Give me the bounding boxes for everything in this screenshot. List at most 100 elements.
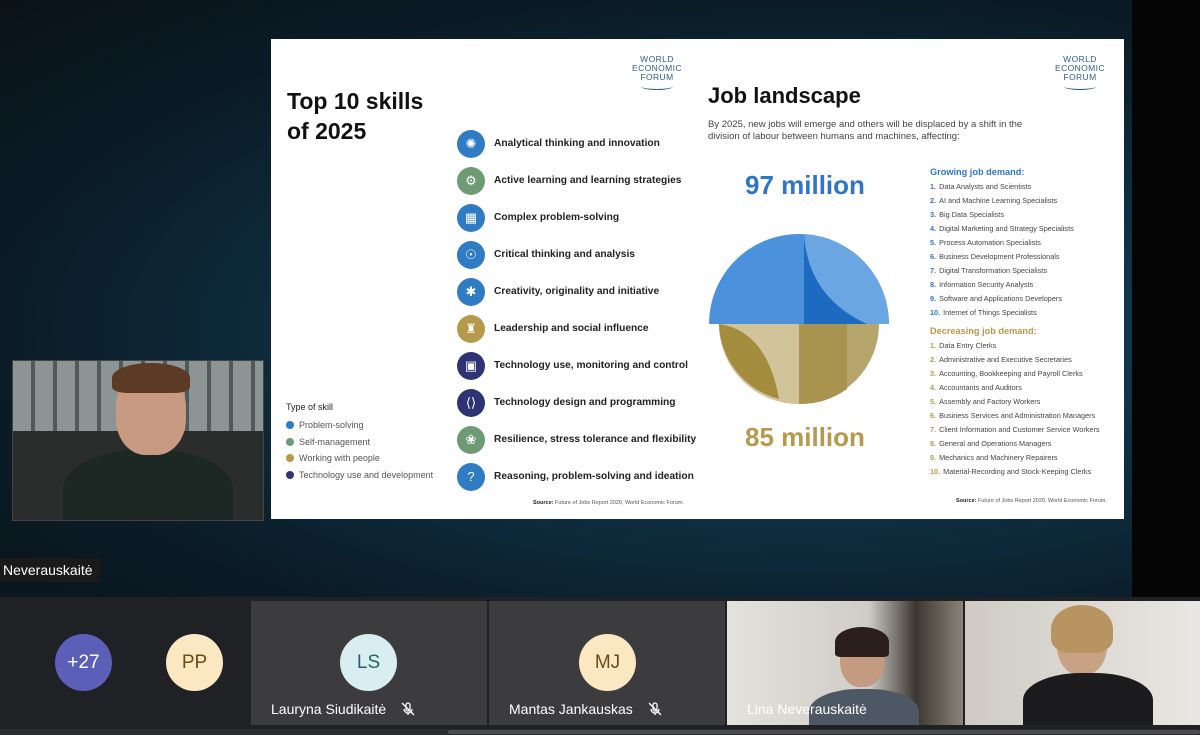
growing-list-item: 5. Process Automation Specialists [930,236,1120,250]
decreasing-half [719,324,879,405]
skill-item: ❀ Resilience, stress tolerance and flexib… [457,421,697,458]
decreasing-list-item: 7. Client Information and Customer Servic… [930,423,1120,437]
job-demand-lists: Growing job demand: 1. Data Analysts and … [930,167,1120,479]
decreasing-list-item: 3. Accounting, Bookkeeping and Payroll Cl… [930,367,1120,381]
cogs-icon: ⚙ [457,166,485,195]
list-item-number: 9. [930,294,937,303]
decreasing-list-item: 6. Business Services and Administration M… [930,409,1120,423]
legend-dot-icon [286,421,294,430]
growing-list: 1. Data Analysts and Scientists 2. AI and M… [930,180,1120,320]
legend-item: Technology use and development [286,467,433,484]
list-item-number: 8. [930,280,937,289]
list-item-text: Data Entry Clerks [939,341,997,350]
skill-label: Resilience, stress tolerance and flexibi… [494,434,697,445]
list-item-text: Mechanics and Machinery Repairers [939,453,1058,462]
job-shift-circle-graphic [709,234,890,405]
skills-list: ✺ Analytical thinking and innovation ⚙ Acti… [457,125,697,495]
growing-list-item: 10. Internet of Things Specialists [930,306,1120,320]
strip-scrollbar[interactable] [0,729,1200,735]
legend-item: Self-management [286,434,433,451]
right-edge-bar [1132,0,1200,597]
tile-mantas-name-row: Mantas Jankauskas [509,701,663,717]
wef-logo-arc-icon [1063,83,1096,90]
head-icon: ☉ [457,240,485,269]
tile-video-5[interactable] [965,601,1200,725]
chip-icon: ▣ [457,351,485,380]
avatar-ls: LS [340,634,397,691]
skill-item: ✱ Creativity, originality and initiative [457,273,697,310]
list-item-number: 2. [930,196,937,205]
source-left-text: Future of Jobs Report 2020, World Econom… [555,500,684,506]
list-item-number: 9. [930,453,937,462]
list-item-number: 3. [930,210,937,219]
list-item-text: AI and Machine Learning Specialists [939,196,1058,205]
list-item-number: 4. [930,383,937,392]
decreasing-list-item: 10. Material-Recording and Stock-Keeping … [930,465,1120,479]
presenter-name-label: Neverauskaitė [0,558,100,582]
list-item-number: 10. [930,467,941,476]
lina-hair [835,627,889,657]
growing-list-title: Growing job demand: [930,167,1025,177]
decreasing-list-title: Decreasing job demand: [930,326,1037,336]
list-item-number: 5. [930,238,937,247]
skill-label: Active learning and learning strategies [494,175,682,186]
growing-half [709,234,890,324]
tile-lauryna-name-row: Lauryna Siudikaitė [271,701,416,717]
list-item-text: Software and Applications Developers [939,294,1062,303]
list-item-number: 1. [930,341,937,350]
skill-label: Leadership and social influence [494,323,649,334]
tile-mantas[interactable]: MJ Mantas Jankauskas [489,601,725,725]
skills-title: Top 10 skills of 2025 [287,88,424,144]
tile-lauryna[interactable]: LS Lauryna Siudikaitė [251,601,487,725]
avatar-pp[interactable]: PP [166,634,223,691]
idea-icon: ✱ [457,277,485,306]
wef-logo-left: WORLD ECONOMIC FORUM [632,55,682,90]
decreasing-strip-shape [799,324,847,405]
list-item-number: 6. [930,252,937,261]
legend-label: Technology use and development [299,469,434,480]
decreasing-list-item: 1. Data Entry Clerks [930,339,1120,353]
legend-label: Self-management [299,436,371,447]
question-icon: ? [457,462,485,491]
list-item-number: 8. [930,439,937,448]
wef-logo-text: WORLD ECONOMIC FORUM [1055,54,1105,82]
leader-icon: ♜ [457,314,485,343]
strip-scrollbar-thumb[interactable] [448,730,1200,734]
avatar-mj: MJ [579,634,636,691]
wef-logo-right: WORLD ECONOMIC FORUM [1055,55,1105,90]
list-item-text: Material-Recording and Stock-Keeping Cle… [943,467,1092,476]
tile-lina-video[interactable]: Lina Neverauskaitė [727,601,963,725]
list-item-number: 7. [930,266,937,275]
list-item-number: 3. [930,369,937,378]
job-landscape-intro: By 2025, new jobs will emerge and others… [708,119,1023,142]
list-item-text: Business Services and Administration Man… [939,411,1096,420]
list-item-text: Administrative and Executive Secretaries [939,355,1072,364]
legend-label: Problem-solving [299,420,364,431]
shared-screen-stage: WORLD ECONOMIC FORUM Top 10 skills of 20… [0,0,1132,597]
skill-label: Analytical thinking and innovation [494,138,660,149]
growing-list-item: 9. Software and Applications Developers [930,292,1120,306]
legend-dot-icon [286,470,294,479]
skill-item: ⟨⟩ Technology design and programming [457,384,697,421]
brain-icon: ✺ [457,129,485,158]
list-item-text: Information Security Analysts [939,280,1034,289]
list-item-number: 6. [930,411,937,420]
puzzle-icon: ▦ [457,203,485,232]
tile-avatars-group[interactable]: +27 PP [0,601,249,725]
skill-item: ▣ Technology use, monitoring and control [457,347,697,384]
skill-type-legend: Type of skill Problem-solving Self-manage… [286,402,433,483]
list-item-text: General and Operations Managers [939,439,1052,448]
avatar-ls-initials: LS [356,651,381,673]
growing-jobs-number: 97 million [745,170,865,200]
video5-hair [1051,605,1113,653]
participant-name: Lina Neverauskaitė [747,701,867,717]
decreasing-list-item: 9. Mechanics and Machinery Repairers [930,451,1120,465]
more-participants-avatar[interactable]: +27 [55,634,112,691]
skill-label: Creativity, originality and initiative [494,286,660,297]
presenter-video[interactable] [12,360,264,521]
growing-list-item: 8. Information Security Analysts [930,278,1120,292]
skill-item: ✺ Analytical thinking and innovation [457,125,697,162]
skill-item: ⚙ Active learning and learning strategies [457,162,697,199]
presentation-slide: WORLD ECONOMIC FORUM Top 10 skills of 20… [271,39,1124,519]
list-item-number: 7. [930,425,937,434]
